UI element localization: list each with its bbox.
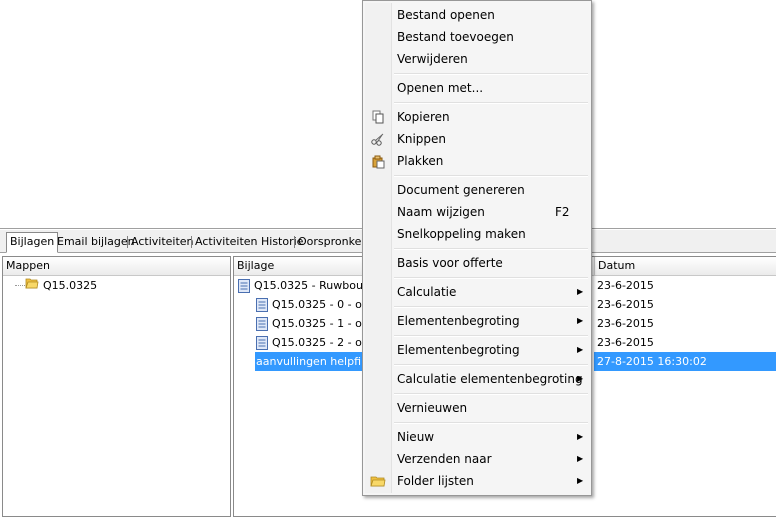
menu-item-plakken[interactable]: Plakken xyxy=(365,150,589,172)
submenu-arrow-icon: ▶ xyxy=(577,345,584,354)
tab-activiteiten-historie[interactable]: Activiteiten Historie xyxy=(192,233,306,251)
scissors-icon xyxy=(370,131,386,147)
menu-separator xyxy=(394,277,588,279)
menu-item-snelkoppeling-maken[interactable]: Snelkoppeling maken xyxy=(365,223,589,245)
menu-item-openen-met[interactable]: Openen met... xyxy=(365,77,589,99)
shortcut-f2: F2 xyxy=(555,205,570,219)
attachment-date: 23-6-2015 xyxy=(597,317,654,330)
folders-header[interactable]: Mappen xyxy=(3,257,230,276)
menu-item-bestand-toevoegen[interactable]: Bestand toevoegen xyxy=(365,26,589,48)
folders-panel: Mappen Q15.0325 xyxy=(2,256,231,517)
submenu-arrow-icon: ▶ xyxy=(577,374,584,383)
submenu-arrow-icon: ▶ xyxy=(577,316,584,325)
tab-activiteiten[interactable]: Activiteiten xyxy=(128,233,197,251)
menu-separator xyxy=(394,393,588,395)
menu-item-folder-lijsten[interactable]: Folder lijsten ▶ xyxy=(365,470,589,492)
menu-item-document-genereren[interactable]: Document genereren xyxy=(365,179,589,201)
menu-separator xyxy=(394,306,588,308)
submenu-arrow-icon: ▶ xyxy=(577,432,584,441)
attachment-date-selected: 27-8-2015 16:30:02 xyxy=(594,352,776,371)
menu-item-knippen[interactable]: Knippen xyxy=(365,128,589,150)
table-row[interactable]: Q15.0325 - 0 - orig xyxy=(256,295,376,314)
attachment-date: 23-6-2015 xyxy=(597,279,654,292)
attachment-name: Q15.0325 - 2 - orig xyxy=(272,336,377,349)
menu-item-bestand-openen[interactable]: Bestand openen xyxy=(365,4,589,26)
document-icon xyxy=(256,336,268,350)
menu-separator xyxy=(394,364,588,366)
table-row[interactable]: Q15.0325 - 2 - orig xyxy=(256,333,376,352)
menu-item-naam-wijzigen[interactable]: Naam wijzigen F2 xyxy=(365,201,589,223)
menu-item-calculatie[interactable]: Calculatie ▶ xyxy=(365,281,589,303)
folder-icon xyxy=(370,473,386,489)
attachment-name: Q15.0325 - Ruwbouw xyxy=(254,279,372,292)
menu-item-vernieuwen[interactable]: Vernieuwen xyxy=(365,397,589,419)
folder-icon xyxy=(25,276,39,296)
menu-separator xyxy=(394,175,588,177)
submenu-arrow-icon: ▶ xyxy=(577,476,584,485)
menu-item-calculatie-elementenbegroting[interactable]: Calculatie elementenbegroting ▶ xyxy=(365,368,589,390)
menu-item-verwijderen[interactable]: Verwijderen xyxy=(365,48,589,70)
menu-separator xyxy=(394,73,588,75)
tree-item-folder[interactable]: Q15.0325 xyxy=(25,276,97,295)
attachment-name: Q15.0325 - 0 - orig xyxy=(272,298,377,311)
menu-item-elementenbegroting-2[interactable]: Elementenbegroting ▶ xyxy=(365,339,589,361)
paste-icon xyxy=(370,153,386,169)
document-icon xyxy=(256,317,268,331)
menu-item-nieuw[interactable]: Nieuw ▶ xyxy=(365,426,589,448)
table-row[interactable]: Q15.0325 - 1 - orig xyxy=(256,314,376,333)
attachment-date: 23-6-2015 xyxy=(597,336,654,349)
menu-separator xyxy=(394,248,588,250)
submenu-arrow-icon: ▶ xyxy=(577,287,584,296)
attachment-date: 23-6-2015 xyxy=(597,298,654,311)
menu-separator xyxy=(394,422,588,424)
context-menu: Bestand openen Bestand toevoegen Verwijd… xyxy=(362,0,592,496)
menu-separator xyxy=(394,335,588,337)
menu-item-kopieren[interactable]: Kopieren xyxy=(365,106,589,128)
menu-item-elementenbegroting[interactable]: Elementenbegroting ▶ xyxy=(365,310,589,332)
attachment-name: Q15.0325 - 1 - orig xyxy=(272,317,377,330)
document-icon xyxy=(238,279,250,293)
column-header-date[interactable]: Datum xyxy=(594,257,776,276)
folder-label: Q15.0325 xyxy=(43,279,98,292)
tab-bijlagen[interactable]: Bijlagen xyxy=(6,232,59,253)
copy-icon xyxy=(370,109,386,125)
submenu-arrow-icon: ▶ xyxy=(577,454,584,463)
tab-email-bijlagen[interactable]: Email bijlagen xyxy=(54,233,138,251)
table-row[interactable]: Q15.0325 - Ruwbouw xyxy=(238,276,372,295)
document-icon xyxy=(256,298,268,312)
menu-separator xyxy=(394,102,588,104)
menu-item-basis-voor-offerte[interactable]: Basis voor offerte xyxy=(365,252,589,274)
menu-item-verzenden-naar[interactable]: Verzenden naar ▶ xyxy=(365,448,589,470)
